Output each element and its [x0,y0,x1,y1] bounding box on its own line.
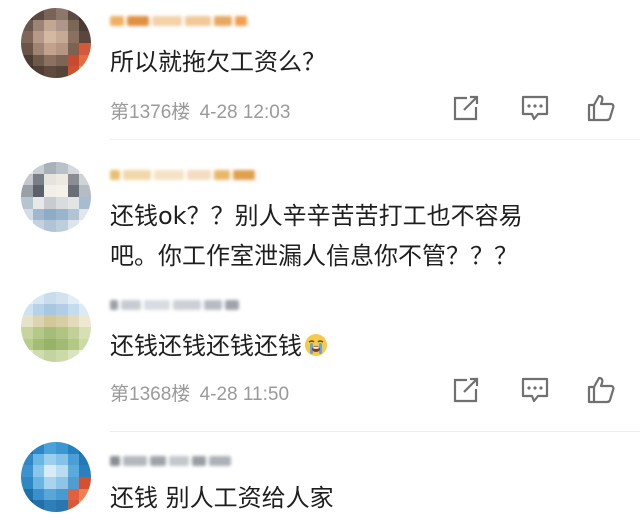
comment-text-line: 所以就拖欠工资么？ [110,48,326,76]
comment-item: 还钱 别人工资给人家 [0,436,640,512]
comment-icon[interactable] [520,375,550,405]
comment-icon[interactable] [520,93,550,123]
comment-meta: 第1368楼 4-28 11:50 [110,379,289,406]
comment-text: 还钱 别人工资给人家 [110,478,334,518]
username-blurred[interactable] [110,294,239,316]
comment-text-content: 还钱还钱还钱还钱 [110,332,302,360]
comment-text-line: 还钱还钱还钱还钱 [110,326,328,366]
comment-text-line: 还钱 别人工资给人家 [110,484,334,512]
username-blurred[interactable] [110,164,255,186]
share-icon[interactable] [451,375,481,405]
avatar[interactable] [21,442,91,512]
comment-text: 还钱ok？？别人辛辛苦苦打工也不容易 吧。你工作室泄漏人信息你不管？？？ [110,196,523,276]
comment-item: 所以就拖欠工资么？ 第1376楼 4-28 12:03 [0,0,640,140]
timestamp: 4-28 11:50 [199,384,290,405]
divider [110,431,640,432]
comment-text: 所以就拖欠工资么？ [110,42,326,82]
comment-text: 还钱还钱还钱还钱 [110,326,328,366]
comment-text-line: 吧。你工作室泄漏人信息你不管？？？ [110,242,518,270]
comment-text-line: 还钱ok？？别人辛辛苦苦打工也不容易 [110,202,523,230]
thumbs-up-icon[interactable] [586,375,616,405]
username-blurred[interactable] [110,450,231,472]
floor-number: 第1368楼 [110,384,191,405]
floor-number: 第1376楼 [110,102,191,123]
thumbs-up-icon[interactable] [586,93,616,123]
username-blurred[interactable] [110,10,247,32]
avatar[interactable] [21,292,91,362]
comment-meta: 第1376楼 4-28 12:03 [110,97,290,124]
avatar[interactable] [21,8,91,78]
timestamp: 4-28 12:03 [199,102,291,123]
comment-item: 还钱还钱还钱还钱 第1368楼 4-28 11:50 [0,286,640,436]
comment-item: 还钱ok？？别人辛辛苦苦打工也不容易 吧。你工作室泄漏人信息你不管？？？ [0,140,640,286]
crying-face-emoji [304,329,328,356]
avatar[interactable] [21,162,91,232]
share-icon[interactable] [451,93,481,123]
